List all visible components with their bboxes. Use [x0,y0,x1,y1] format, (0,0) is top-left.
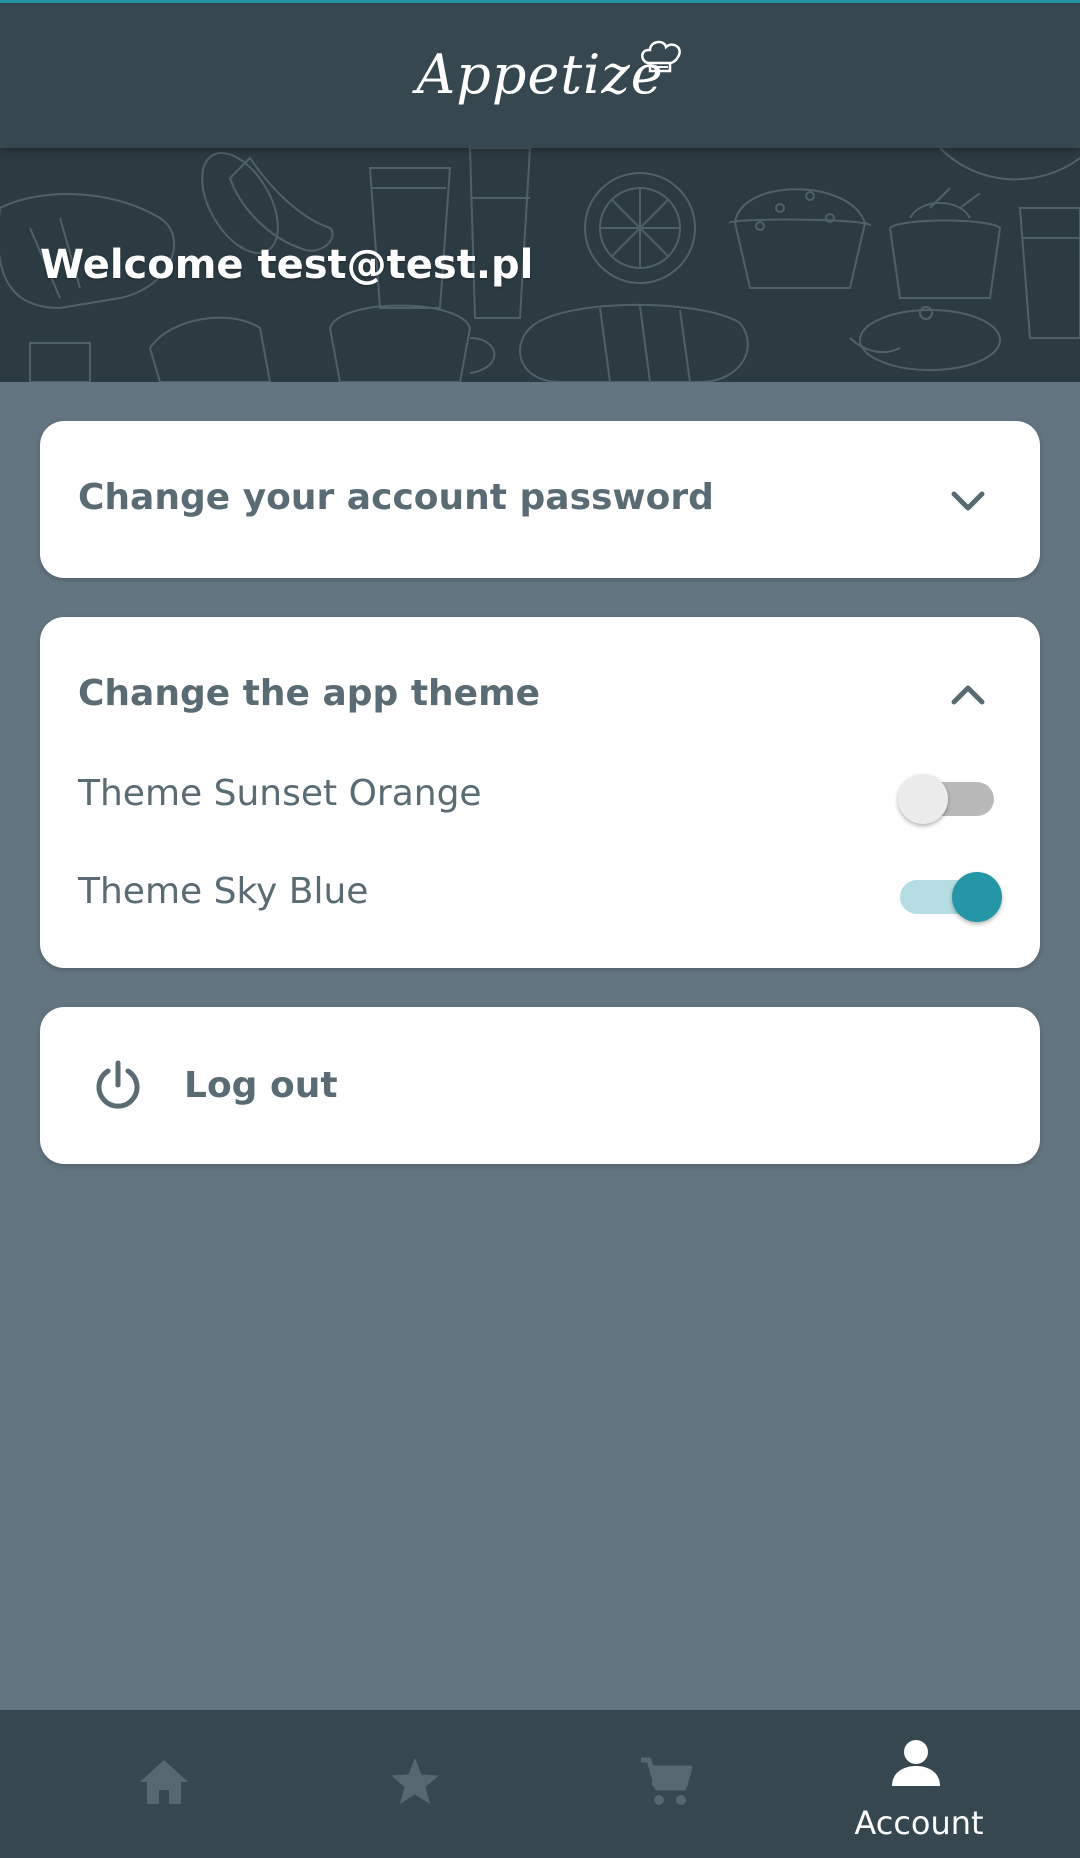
app-bar: Appetize [0,3,1080,148]
cart-icon [641,1757,693,1805]
theme-option-label: Theme Sunset Orange [78,773,482,814]
nav-account-label: Account [854,1804,984,1842]
home-icon [140,1760,188,1804]
power-icon [96,1060,140,1109]
nav-account[interactable]: Account [794,1710,1044,1858]
app-logo-text: Appetize [416,43,664,106]
change-password-panel[interactable]: Change your account password [40,421,1040,578]
theme-option-sky-blue: Theme Sky Blue [78,861,1008,922]
nav-home[interactable] [36,1710,286,1858]
nav-cart[interactable] [538,1710,788,1858]
app-theme-title: Change the app theme [78,673,541,714]
sunset-orange-toggle[interactable] [898,763,1008,824]
account-icon [892,1740,940,1786]
welcome-text: Welcome test@test.pl [40,242,534,288]
star-icon [391,1758,439,1804]
nav-favorites[interactable] [287,1710,537,1858]
chef-hat-icon [641,40,681,73]
toggle-thumb [898,774,948,824]
theme-option-sunset-orange: Theme Sunset Orange [78,763,1008,824]
logout-label: Log out [184,1065,338,1106]
app-theme-panel[interactable]: Change the app theme Theme Sunset Orange… [40,617,1040,968]
chevron-up-icon[interactable] [948,675,988,715]
app-logo: Appetize [0,3,1080,148]
toggle-thumb [952,872,1002,922]
chevron-down-icon[interactable] [948,481,988,521]
sky-blue-toggle[interactable] [898,861,1008,922]
change-password-title: Change your account password [78,477,714,518]
welcome-banner: Welcome test@test.pl [0,148,1080,382]
bottom-navigation: Account [0,1710,1080,1858]
theme-option-label: Theme Sky Blue [78,871,369,912]
logout-button[interactable]: Log out [40,1007,1040,1164]
